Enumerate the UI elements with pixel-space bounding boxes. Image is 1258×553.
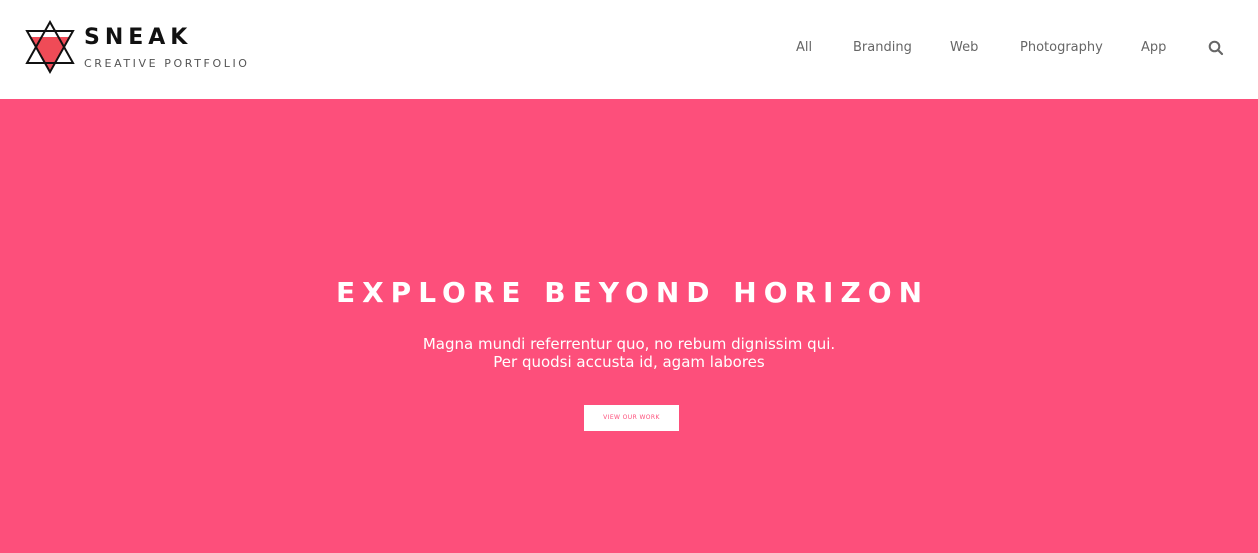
hero-text-line-1: Magna mundi referrentur quo, no rebum di… (422, 335, 836, 353)
nav-item-app[interactable]: App (1141, 38, 1166, 58)
nav-item-photography[interactable]: Photography (1020, 38, 1103, 58)
hero-section: EXPLORE BEYOND HORIZON Magna mundi refer… (0, 99, 1258, 553)
brand-tagline: CREATIVE PORTFOLIO (84, 57, 250, 70)
hero-text-line-2: Per quodsi accusta id, agam labores (493, 353, 765, 371)
brand-name: SNEAK (84, 25, 193, 50)
star-of-david-icon (25, 20, 75, 75)
nav-item-all[interactable]: All (796, 38, 812, 58)
nav-item-web[interactable]: Web (950, 38, 978, 58)
brand-logo[interactable]: SNEAK CREATIVE PORTFOLIO (24, 20, 284, 76)
hero-title: EXPLORE BEYOND HORIZON (335, 276, 930, 309)
nav-item-branding[interactable]: Branding (853, 38, 912, 58)
view-our-work-button[interactable]: VIEW OUR WORK (584, 405, 679, 431)
site-header: SNEAK CREATIVE PORTFOLIO All Branding We… (0, 0, 1258, 99)
hero-description: Magna mundi referrentur quo, no rebum di… (0, 335, 1258, 371)
search-icon[interactable] (1207, 39, 1225, 57)
